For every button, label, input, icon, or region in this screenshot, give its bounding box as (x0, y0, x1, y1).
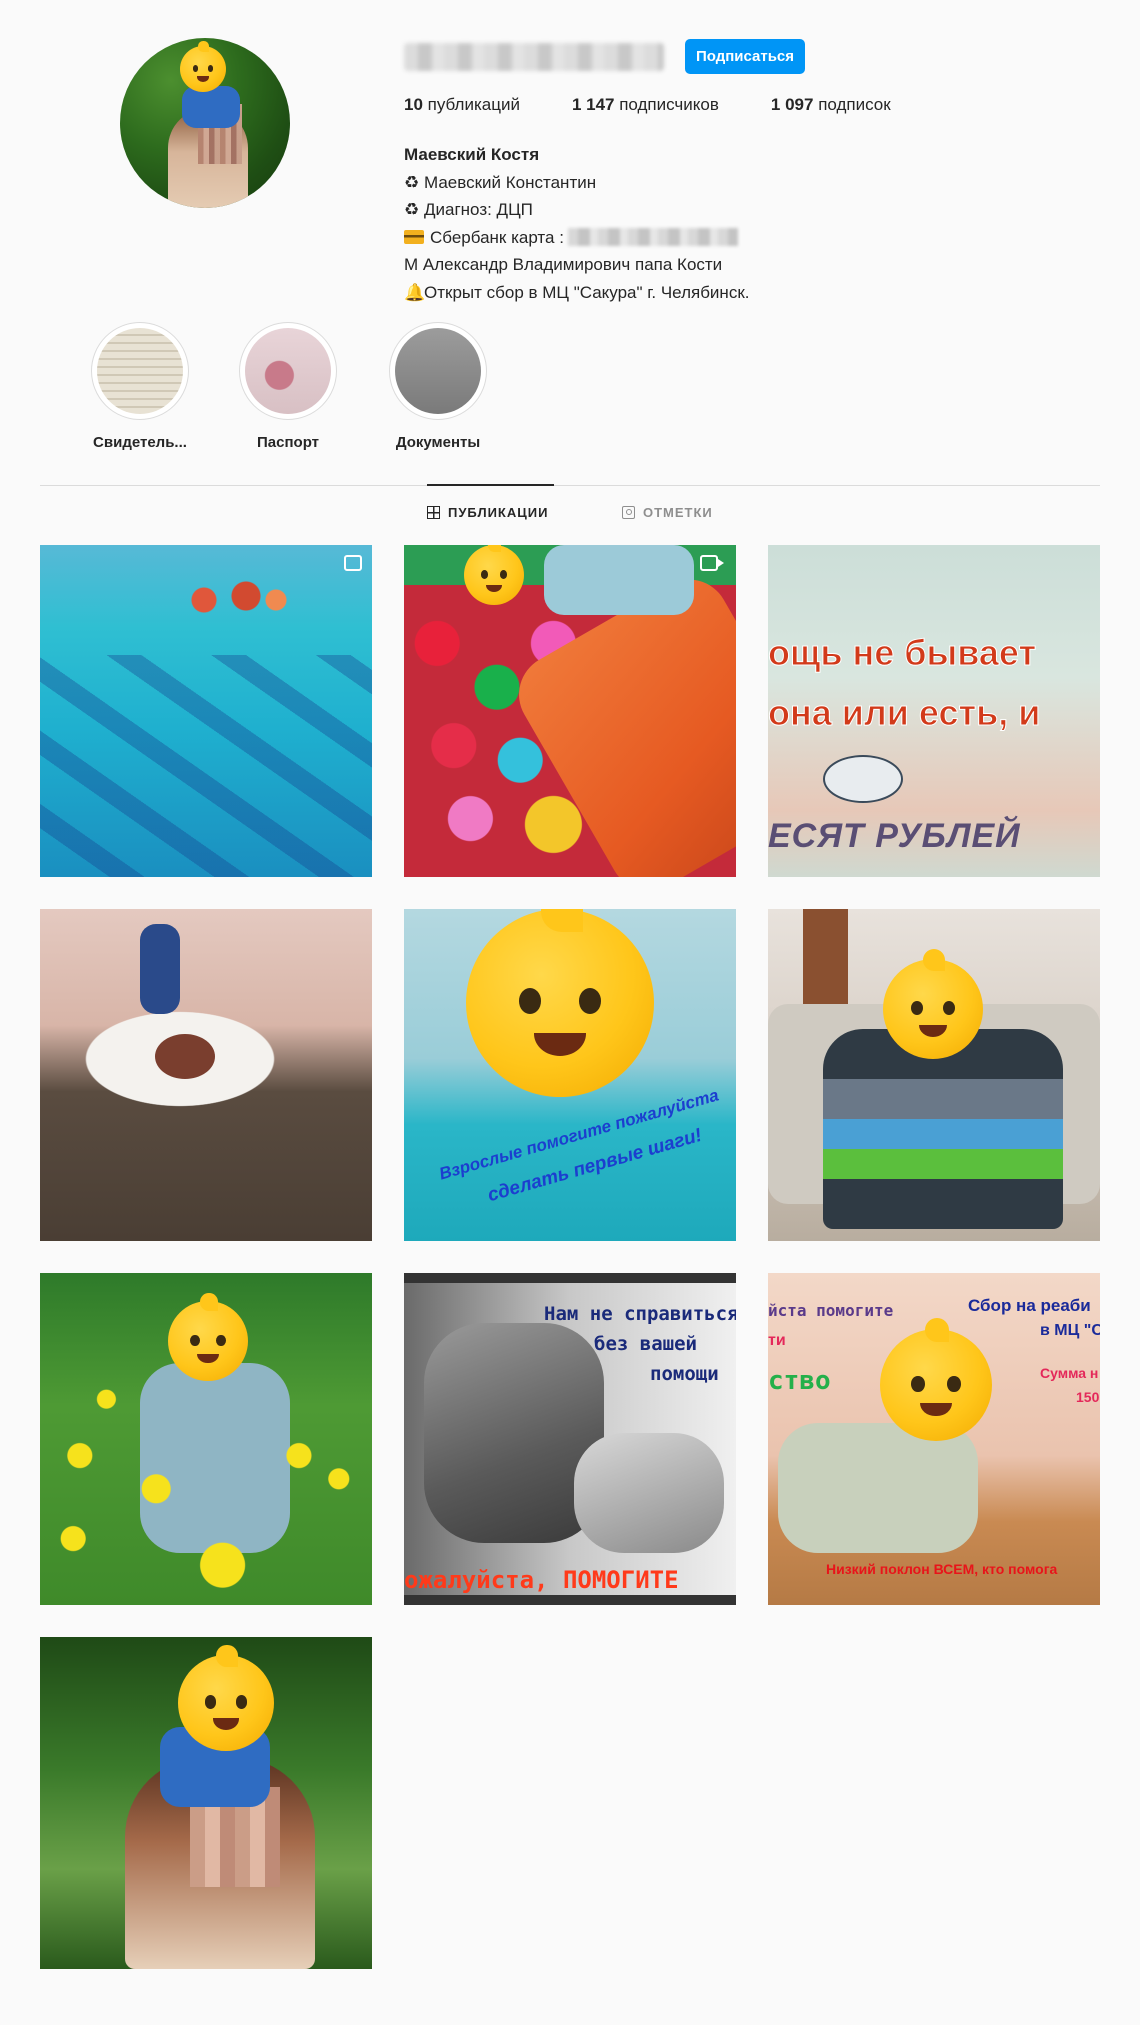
tab-posts-label: ПУБЛИКАЦИИ (448, 505, 549, 520)
card-number-redacted (567, 227, 738, 246)
baby-emoji-icon (464, 545, 524, 605)
stat-followers[interactable]: 1 147 подписчиков (572, 95, 719, 115)
highlight-ring (389, 322, 487, 420)
profile-header: Подписаться 10 публикаций 1 147 подписчи… (0, 0, 1140, 302)
post-text: ощь не бывает (768, 632, 1037, 674)
highlight-passport[interactable]: Паспорт (218, 322, 358, 451)
username-redacted (404, 43, 664, 71)
post-helping-hands[interactable]: Нам не справиться без вашей помощи ожалу… (404, 1273, 736, 1605)
post-text: в МЦ "СА (1040, 1322, 1100, 1339)
post-text: Низкий поклон ВСЕМ, кто помога (826, 1561, 1058, 1577)
stat-followers-label: подписчиков (619, 95, 719, 114)
highlight-ring (91, 322, 189, 420)
stat-following-count: 1 097 (770, 95, 814, 114)
grid-icon (427, 506, 440, 519)
rider-figure (140, 924, 180, 1014)
bio-line-1-text: Маевский Константин (424, 172, 597, 192)
stat-following[interactable]: 1 097 подписок (771, 95, 891, 115)
post-pool[interactable] (40, 545, 372, 877)
tab-posts[interactable]: ПУБЛИКАЦИИ (427, 505, 548, 520)
tabs-divider (40, 485, 1100, 486)
carousel-icon (344, 555, 362, 571)
baby-emoji-icon (883, 949, 983, 1059)
highlight-ring (239, 322, 337, 420)
stat-posts-label: публикаций (427, 95, 520, 114)
video-icon (700, 555, 724, 571)
tab-tagged[interactable]: ОТМЕТКИ (622, 505, 713, 520)
stat-followers-count: 1 147 (571, 95, 615, 114)
post-text: 150 (1076, 1389, 1100, 1405)
profile-full-name: Маевский Костя (404, 145, 540, 164)
post-text: помощи (650, 1363, 719, 1385)
post-banknote-quote[interactable]: ощь не бывает она или есть, и ЕСЯТ РУБЛЕ… (768, 545, 1100, 877)
recycle-icon: ♻ (404, 200, 420, 219)
tagged-user-icon (622, 506, 635, 519)
post-text: ство (768, 1366, 831, 1396)
pool-tiles (40, 655, 372, 877)
bio-line-3-text: Сбербанк карта : (430, 227, 564, 247)
tab-tagged-label: ОТМЕТКИ (643, 505, 713, 520)
highlight-documents[interactable]: Документы (368, 322, 508, 451)
stat-posts-count: 10 (404, 95, 423, 114)
post-text: ти (768, 1332, 786, 1349)
highlight-cover (395, 328, 481, 414)
baby-emoji-icon (178, 1645, 274, 1751)
post-ball-pit[interactable] (404, 545, 736, 877)
post-text: без вашей (594, 1333, 697, 1355)
child-figure (544, 545, 694, 615)
bio-line-1: ♻ Маевский Константин (404, 169, 749, 197)
jacket-figure (823, 1029, 1063, 1229)
bio-line-5: 🔔Открыт сбор в МЦ "Сакура" г. Челябинск. (404, 279, 749, 307)
profile-bio: Маевский Костя ♻ Маевский Константин ♻ Диа… (404, 141, 749, 306)
active-tab-indicator (427, 484, 554, 486)
child-hand (574, 1433, 724, 1553)
post-first-steps[interactable]: Взрослые помогите пожалуйста сделать пер… (404, 909, 736, 1241)
post-text: Сбор на реаби (968, 1296, 1091, 1315)
post-mother-and-child[interactable] (40, 1637, 372, 1969)
bio-line-5-text: Открыт сбор в МЦ "Сакура" г. Челябинск. (424, 282, 750, 302)
pool-swimmers (180, 580, 300, 620)
post-text: она или есть, и (768, 692, 1041, 734)
post-winter-jacket[interactable] (768, 909, 1100, 1241)
post-text: ожалуйста, ПОМОГИТЕ (404, 1566, 679, 1594)
bio-line-2-text: Диагноз: ДЦП (424, 200, 533, 219)
baby-emoji-icon (466, 909, 654, 1097)
bio-line-2: ♻ Диагноз: ДЦП (404, 196, 749, 224)
baby-emoji-icon (168, 1293, 248, 1381)
profile-avatar[interactable] (120, 38, 290, 208)
highlight-label: Паспорт (257, 434, 319, 451)
post-text: йста помогите (768, 1301, 894, 1320)
post-dandelions[interactable] (40, 1273, 372, 1605)
highlight-label: Свидетель... (93, 434, 187, 451)
follow-button[interactable]: Подписаться (685, 39, 805, 74)
bio-line-3: Сбербанк карта : (404, 224, 749, 252)
child-figure (778, 1423, 978, 1553)
post-rehab-fundraiser[interactable]: йста помогите Сбор на реаби в МЦ "СА ти … (768, 1273, 1100, 1605)
highlight-certificate[interactable]: Свидетель... (70, 322, 210, 451)
post-text: Сумма н (1040, 1365, 1099, 1381)
post-horse-riding[interactable] (40, 909, 372, 1241)
banknote-emblem (823, 755, 903, 803)
baby-emoji-icon (180, 41, 226, 92)
stat-following-label: подписок (818, 95, 891, 114)
bio-line-4: М Александр Владимирович папа Кости (404, 255, 723, 274)
post-text: Нам не справиться (544, 1303, 736, 1325)
highlight-cover (97, 328, 183, 414)
recycle-icon: ♻ (404, 172, 420, 192)
highlight-label: Документы (395, 434, 481, 451)
horse-figure (70, 1004, 290, 1114)
profile-stats: 10 публикаций 1 147 подписчиков 1 097 по… (404, 95, 943, 115)
avatar-child (182, 86, 240, 128)
post-text: ЕСЯТ РУБЛЕЙ (768, 817, 1021, 855)
profile-tabs: ПУБЛИКАЦИИ ОТМЕТКИ (0, 505, 1140, 529)
credit-card-icon (404, 229, 424, 244)
stat-posts[interactable]: 10 публикаций (404, 95, 520, 115)
highlight-cover (245, 328, 331, 414)
baby-emoji-icon (880, 1317, 992, 1441)
bell-icon: 🔔 (404, 282, 426, 302)
